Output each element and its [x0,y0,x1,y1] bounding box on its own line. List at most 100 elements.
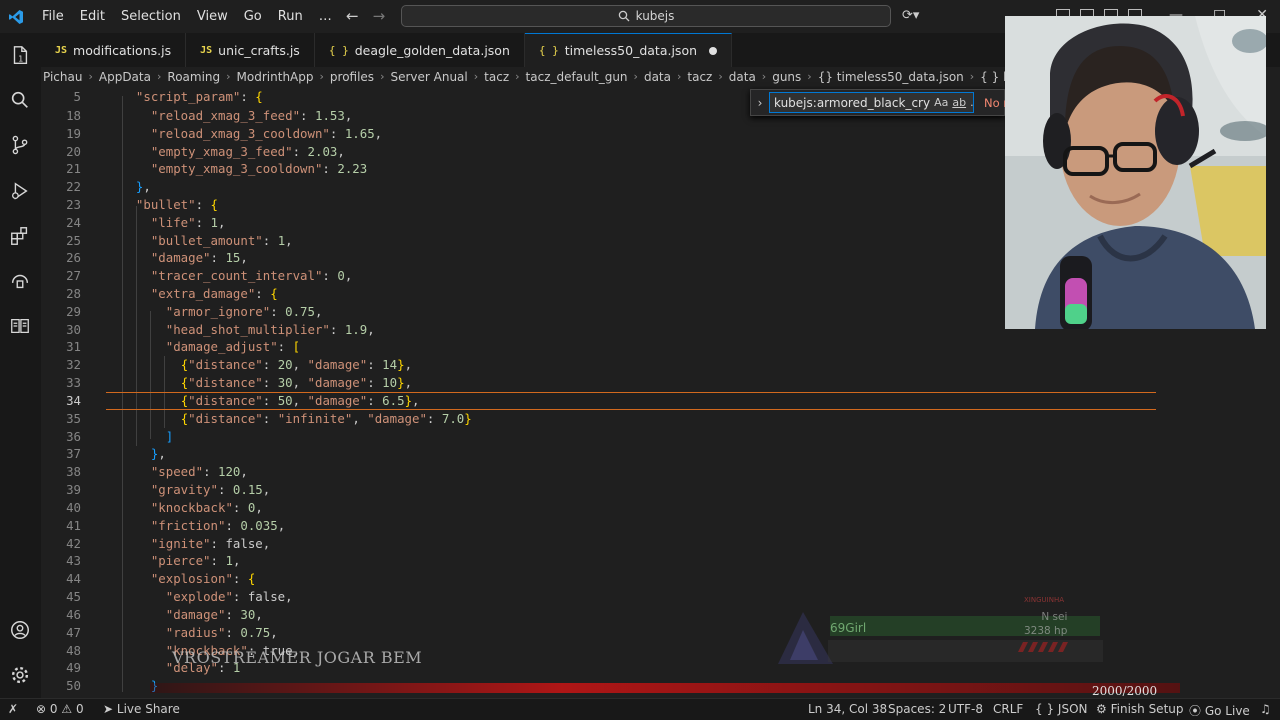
code-text: "reload_xmag_3_cooldown": 1.65, [150,126,383,141]
breadcrumb-item[interactable]: tacz_default_gun [524,70,630,84]
breadcrumb-item[interactable]: {} timeless50_data.json [816,70,966,84]
account-icon[interactable] [8,618,32,642]
setup-icon: ⚙ [1096,702,1107,716]
code-line[interactable]: 40 "knockback": 0, [41,499,1280,517]
code-line[interactable]: 35 {"distance": "infinite", "damage": 7.… [41,410,1280,428]
stream-alert-line-2: 3238 hp [1024,625,1068,637]
tab-deagle-golden-data-json[interactable]: { } deagle_golden_data.json [314,33,525,67]
book-icon[interactable] [8,314,32,338]
breadcrumb-item[interactable]: data [727,70,758,84]
indentation[interactable]: Spaces: 2 [888,702,946,716]
breadcrumb-item[interactable]: tacz [685,70,714,84]
code-line[interactable]: 38 "speed": 120, [41,463,1280,481]
breadcrumb-item[interactable]: tacz [482,70,511,84]
go-live-label: Go Live [1204,704,1250,718]
menu-edit[interactable]: Edit [72,0,113,33]
line-endings[interactable]: CRLF [993,702,1023,716]
go-live-button[interactable]: ⦿ Go Live [1189,702,1250,719]
breadcrumb-separator-icon: › [88,70,93,83]
find-input[interactable]: kubejs:armored_black_cry Aa ab .* [769,92,974,113]
breadcrumb-item[interactable]: Server Anual [388,70,469,84]
code-text: "radius": 0.75, [165,625,278,640]
back-arrow-icon[interactable]: ← [346,7,359,25]
source-control-icon[interactable] [8,133,32,157]
breadcrumb-separator-icon: › [969,70,975,83]
live-share-button[interactable]: ➤ Live Share [103,702,180,716]
match-whole-word-toggle[interactable]: ab [952,96,966,109]
code-line[interactable]: 32 {"distance": 20, "damage": 14}, [41,356,1280,374]
code-text: "empty_xmag_3_feed": 2.03, [150,144,345,159]
menu-selection[interactable]: Selection [113,0,189,33]
code-text: "bullet": { [135,197,219,212]
notifications-bell-icon[interactable]: ♫ [1260,702,1271,716]
encoding[interactable]: UTF-8 [948,702,983,716]
tab-modifications-js[interactable]: JS modifications.js [41,33,187,67]
menu-more[interactable]: … [311,0,340,33]
tab-unic-crafts-js[interactable]: JS unic_crafts.js [186,33,315,67]
run-debug-icon[interactable] [8,179,32,203]
code-text: }, [150,446,166,461]
code-text: "friction": 0.035, [150,518,286,533]
code-line[interactable]: 43 "pierce": 1, [41,552,1280,570]
line-number: 22 [66,179,81,194]
code-text: "bullet_amount": 1, [150,233,293,248]
breadcrumb-item[interactable]: Pichau [41,70,84,84]
extensions-icon[interactable] [8,224,32,248]
code-text: "head_shot_multiplier": 1.9, [165,322,375,337]
json-file-icon: { } [538,44,559,57]
code-line[interactable]: 37 }, [41,445,1280,463]
forward-arrow-icon[interactable]: → [373,7,386,25]
language-mode[interactable]: { } JSON [1035,702,1088,716]
stream-alert-message: N sei 3238 hp [1024,610,1067,638]
search-view-icon[interactable] [8,88,32,112]
breadcrumb-separator-icon: › [380,70,385,83]
line-number: 45 [66,589,81,604]
unsaved-dot-icon[interactable] [709,46,718,55]
remote-indicator-icon[interactable]: ✗ [8,702,18,716]
code-line[interactable]: 36 ] [41,428,1280,446]
menu-go[interactable]: Go [236,0,270,33]
use-regex-toggle[interactable]: .* [970,96,973,109]
breadcrumb-item[interactable]: guns [770,70,803,84]
breadcrumb-item[interactable]: profiles [328,70,376,84]
settings-gear-icon[interactable] [8,663,32,687]
code-line[interactable]: 41 "friction": 0.035, [41,517,1280,535]
explorer-icon[interactable]: 1 [8,43,32,67]
line-number: 38 [66,464,81,479]
command-center-search[interactable]: kubejs [401,5,891,27]
code-line[interactable]: 42 "ignite": false, [41,535,1280,553]
remote-explorer-icon[interactable] [8,269,32,293]
menu-view[interactable]: View [189,0,236,33]
code-line[interactable]: 31 "damage_adjust": [ [41,338,1280,356]
code-line[interactable]: 34 {"distance": 50, "damage": 6.5}, [41,392,1280,410]
code-text: "speed": 120, [150,464,248,479]
line-number: 40 [66,500,81,515]
live-share-label: Live Share [116,702,180,716]
code-line[interactable]: 44 "explosion": { [41,570,1280,588]
breadcrumb-item[interactable]: ModrinthApp [235,70,316,84]
line-number: 36 [66,429,81,444]
code-line[interactable]: 39 "gravity": 0.15, [41,481,1280,499]
finish-setup-button[interactable]: ⚙ Finish Setup [1096,702,1184,716]
code-line[interactable]: 45 "explode": false, [41,588,1280,606]
breadcrumb-item[interactable]: data [642,70,673,84]
nav-arrows: ← → [346,7,385,25]
line-number: 44 [66,571,81,586]
toggle-replace-chevron-icon[interactable]: › [751,96,769,110]
tab-timeless50-data-json[interactable]: { } timeless50_data.json [524,33,733,67]
cursor-position[interactable]: Ln 34, Col 38 [808,702,887,716]
breadcrumb-item[interactable]: Roaming [165,70,222,84]
code-line[interactable]: 33 {"distance": 30, "damage": 10}, [41,374,1280,392]
stream-alert-name: 69Girl [830,621,867,635]
line-number: 29 [66,304,81,319]
warning-count: 0 [75,702,84,716]
code-text: "tracer_count_interval": 0, [150,268,353,283]
menu-file[interactable]: File [34,0,72,33]
search-icon [618,10,630,22]
copilot-icon[interactable]: ⟳▾ [902,8,919,23]
breadcrumb-item[interactable]: AppData [97,70,153,84]
problems-indicator[interactable]: ⊗ 0 ⚠ 0 [36,702,84,716]
stream-health-bar [150,683,1180,693]
match-case-toggle[interactable]: Aa [934,96,948,109]
menu-run[interactable]: Run [270,0,311,33]
